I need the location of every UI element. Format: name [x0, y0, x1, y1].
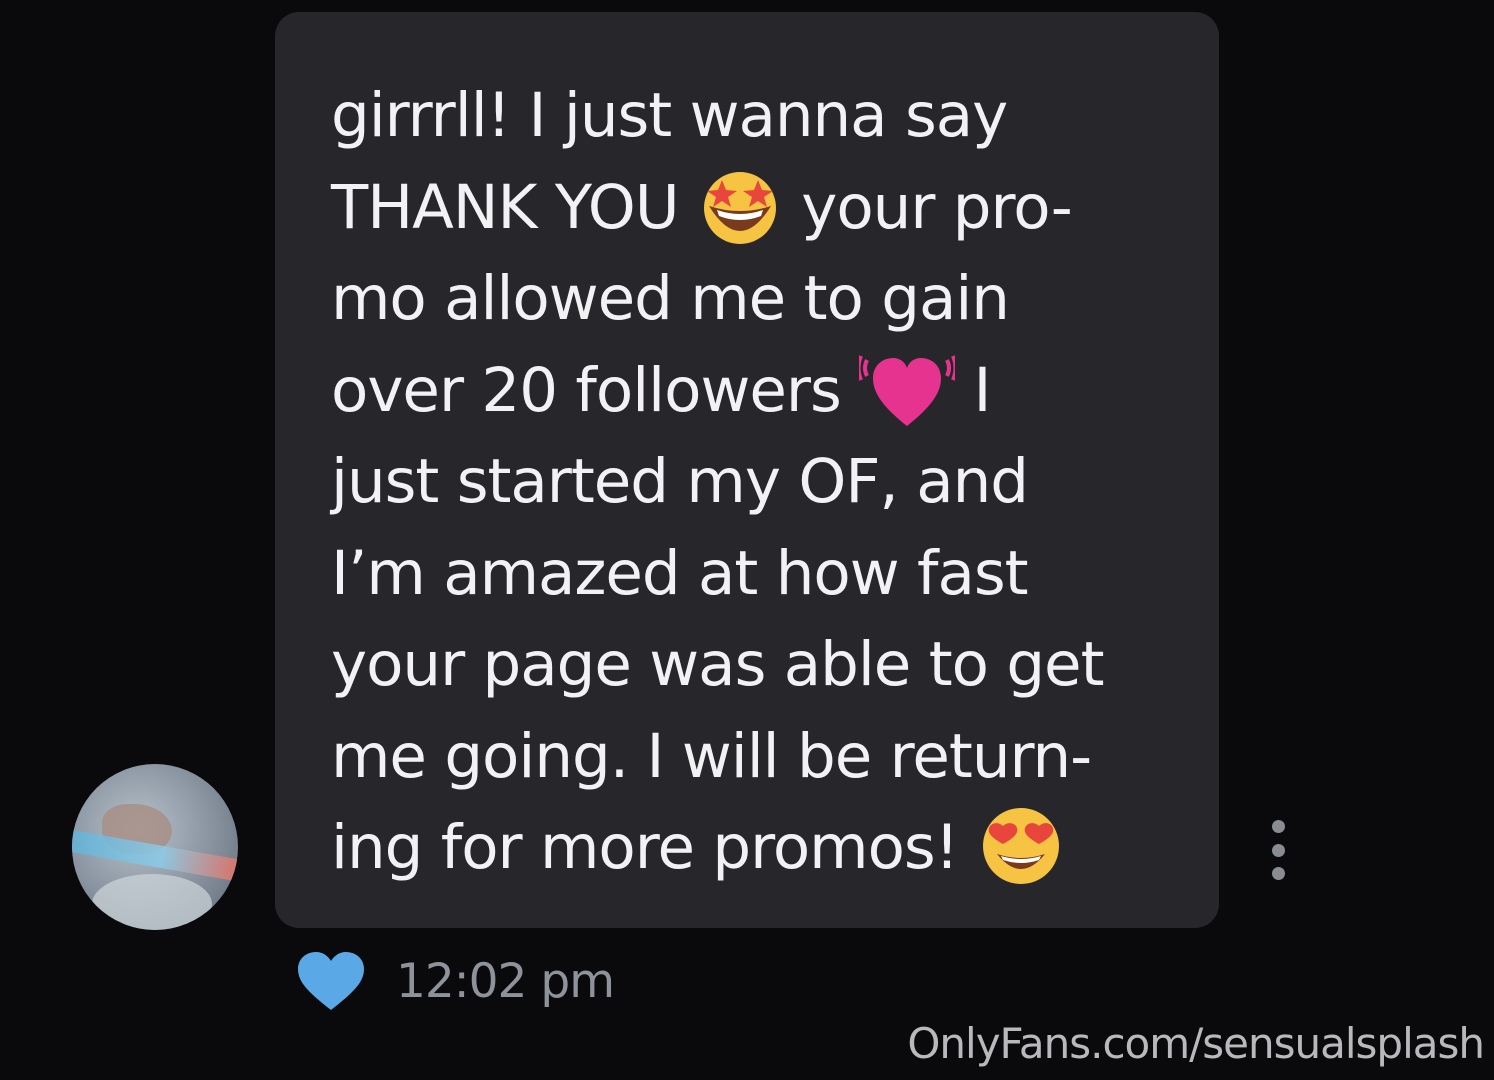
beating-heart-emoji-icon — [859, 355, 956, 426]
message-line: just started my OF, and — [331, 446, 1029, 517]
message-text-segment: I — [973, 354, 992, 426]
more-options-button[interactable] — [1262, 820, 1294, 880]
message-line: I’m amazed at how fast — [331, 537, 1029, 609]
watermark: OnlyFans.com/sensualsplash — [907, 1019, 1485, 1068]
message-line: THANK YOU your pro- — [331, 162, 1179, 254]
message-timestamp: 12:02 pm — [396, 953, 615, 1009]
heart-eyes-emoji-icon — [982, 808, 1059, 885]
message-text-segment: your pro- — [801, 171, 1072, 243]
message-meta: 12:02 pm — [296, 950, 615, 1012]
message-text: girrrll! I just wanna say THANK YOU your… — [331, 70, 1179, 894]
message-text-segment: over 20 followers — [331, 354, 842, 426]
avatar-photo-detail — [92, 874, 212, 930]
message-line: over 20 followers I — [331, 345, 1179, 437]
star-struck-emoji-icon — [703, 171, 776, 244]
message-line: me going. I will be return- — [331, 720, 1092, 792]
more-dot — [1271, 820, 1285, 833]
avatar[interactable] — [72, 764, 238, 930]
message-line: ing for more promos! — [331, 802, 1179, 894]
more-dot — [1271, 867, 1285, 880]
message-text-segment: ing for more promos! — [331, 812, 959, 883]
message-bubble[interactable]: girrrll! I just wanna say THANK YOU your… — [275, 12, 1219, 928]
message-line: your page was able to get — [331, 629, 1105, 700]
message-line: girrrll! I just wanna say — [331, 80, 1008, 151]
more-dot — [1271, 843, 1285, 857]
heart-icon[interactable] — [296, 950, 366, 1012]
chat-screen: girrrll! I just wanna say THANK YOU your… — [0, 0, 1494, 1080]
message-text-segment: THANK YOU — [331, 171, 679, 243]
message-line: mo allowed me to gain — [331, 263, 1010, 334]
